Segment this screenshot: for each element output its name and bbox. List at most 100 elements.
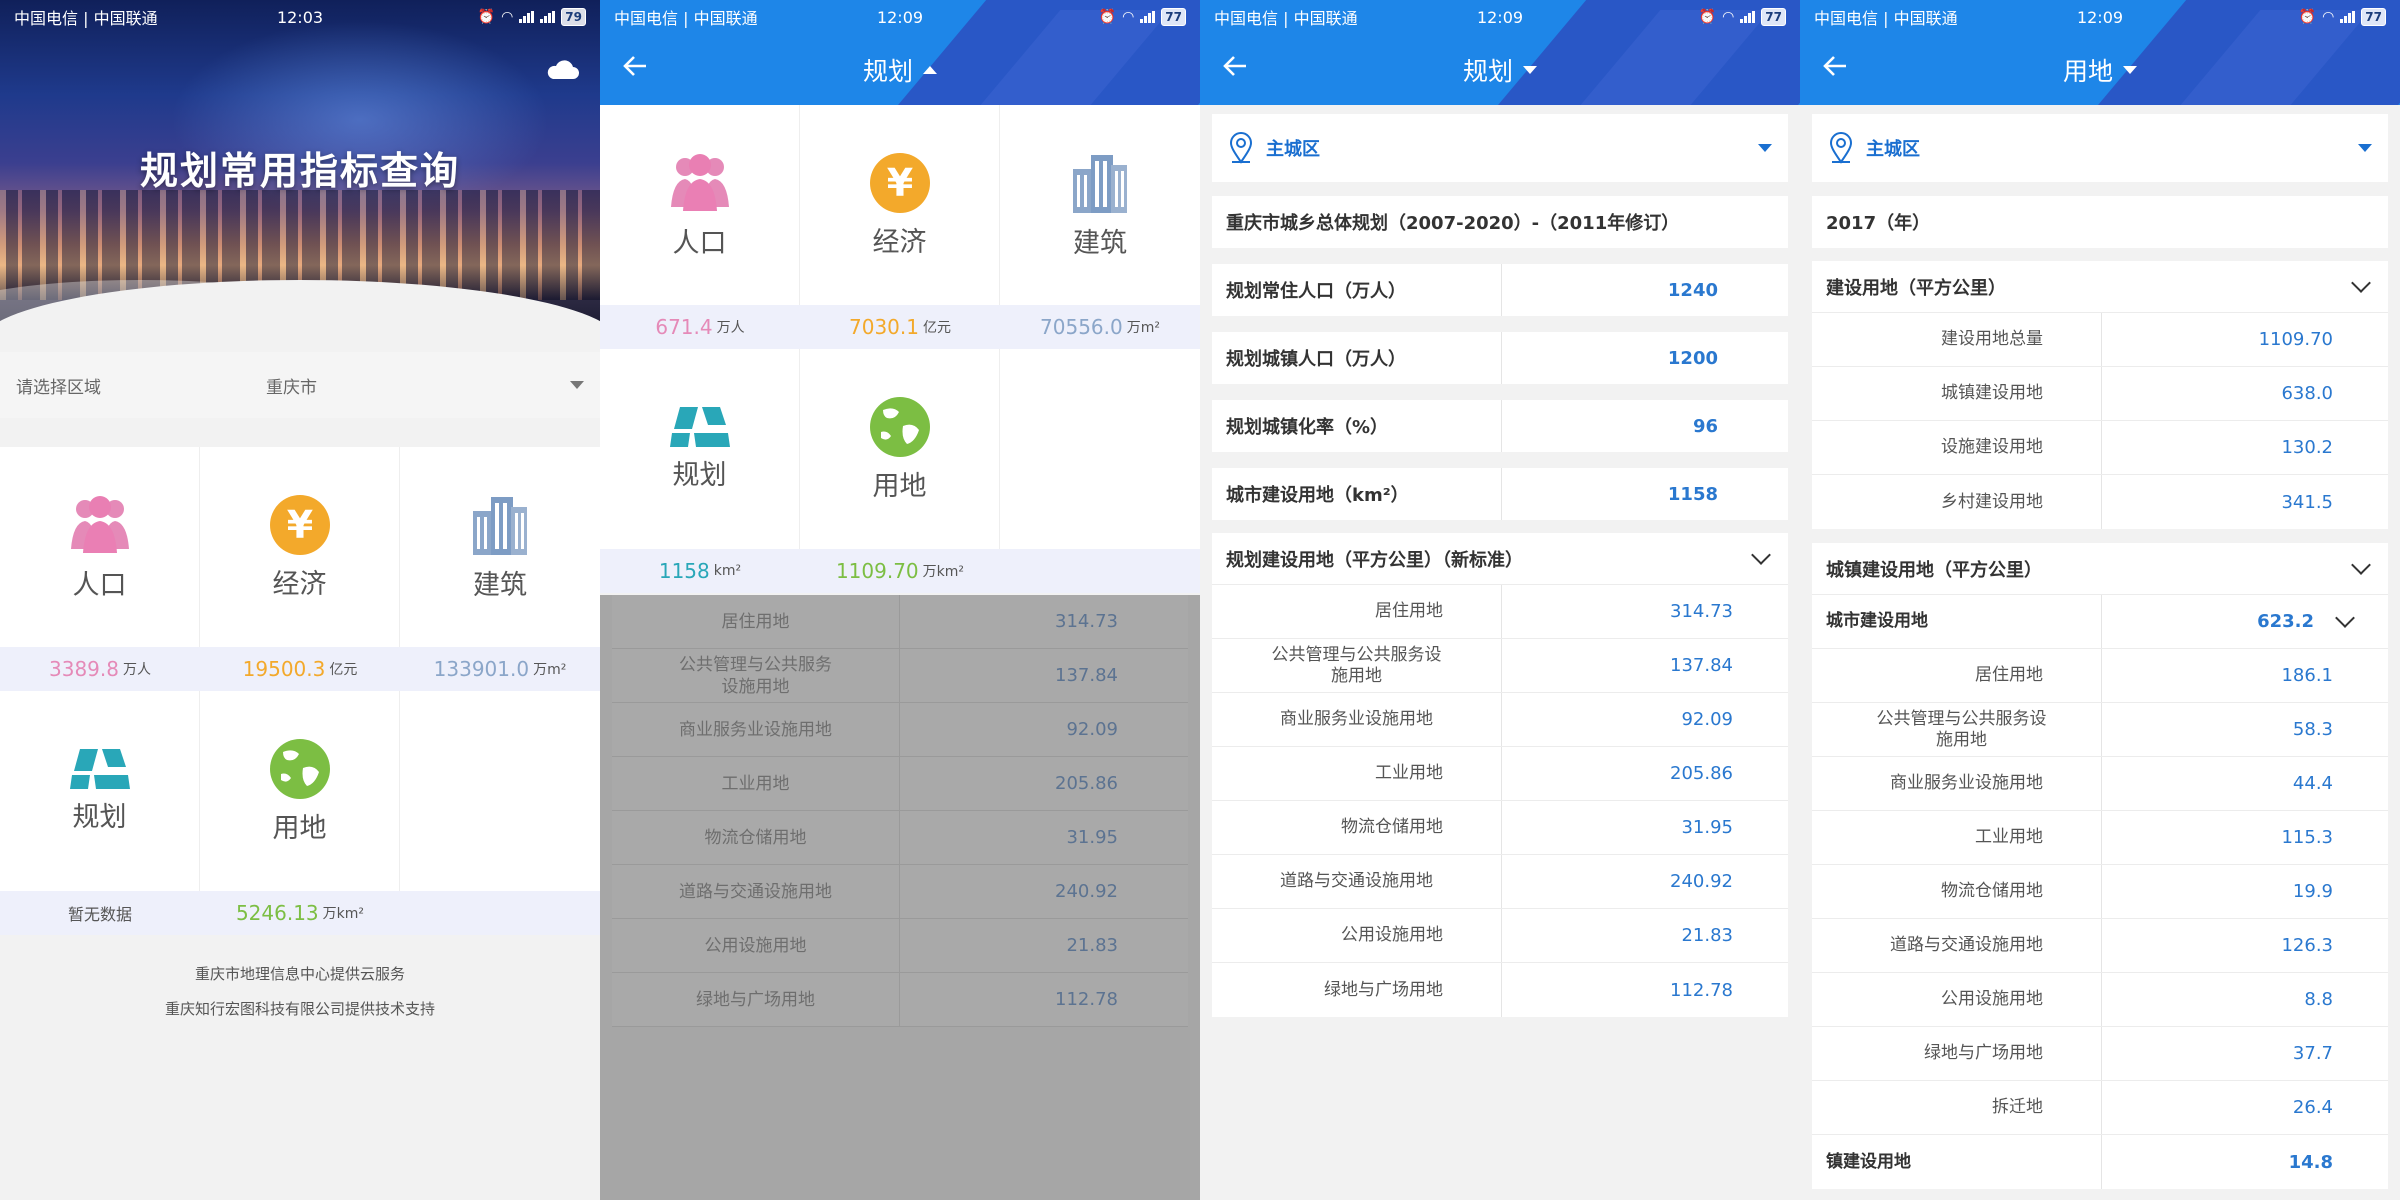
header-title[interactable]: 规划 bbox=[1200, 52, 1800, 88]
building-icon bbox=[473, 496, 527, 555]
kv-row: 规划城镇人口（万人） 1200 bbox=[1212, 332, 1788, 384]
svg-text:¥: ¥ bbox=[286, 503, 312, 547]
globe-icon bbox=[269, 738, 330, 799]
building-icon bbox=[1073, 154, 1127, 213]
section-header[interactable]: 建设用地（平方公里） bbox=[1812, 261, 2388, 313]
tile-label: 人口 bbox=[72, 569, 127, 601]
tile-empty bbox=[1000, 349, 1200, 549]
wifi-icon: ◠ bbox=[2322, 9, 2335, 25]
planning-screen: 规划 中国电信 | 中国联通 12:09 ⏰ ◠ 77 主城区 重庆市城乡总体规划（… bbox=[1200, 0, 1800, 1200]
signal-icon bbox=[1140, 11, 1156, 23]
alarm-icon: ⏰ bbox=[1698, 9, 1717, 25]
economy-value: 19500.3 亿元 bbox=[242, 657, 358, 681]
battery-icon: 77 bbox=[1161, 8, 1186, 26]
page-title: 规划常用指标查询 bbox=[139, 149, 460, 193]
chevron-down-icon bbox=[1758, 144, 1772, 152]
header-title[interactable]: 用地 bbox=[1800, 52, 2400, 88]
menu-screen: 规划 中国电信 | 中国联通 12:09 ⏰ ◠ 77 人口 ¥ 经济 建筑 6… bbox=[600, 0, 1200, 1200]
tile-label: 经济 bbox=[272, 568, 327, 600]
chevron-down-icon bbox=[2123, 66, 2137, 74]
chevron-down-icon bbox=[1751, 544, 1771, 565]
credit-line: 重庆知行宏图科技有限公司提供技术支持 bbox=[164, 1000, 435, 1018]
tile-label: 经济 bbox=[872, 226, 927, 258]
planning-icon bbox=[69, 748, 130, 789]
credits: 重庆市地理信息中心提供云服务 重庆知行宏图科技有限公司提供技术支持 bbox=[0, 957, 600, 1027]
population-value: 671.4 万人 bbox=[655, 315, 745, 339]
tile-population[interactable]: 人口 bbox=[0, 447, 200, 647]
tile-landuse[interactable]: 用地 bbox=[800, 349, 1000, 549]
yen-icon: ¥ bbox=[269, 494, 330, 555]
alarm-icon: ⏰ bbox=[1098, 9, 1117, 25]
district-selector[interactable]: 主城区 bbox=[1812, 114, 2388, 182]
tile-label: 规划 bbox=[72, 801, 127, 833]
tile-planning[interactable]: 规划 bbox=[0, 691, 200, 891]
kv-row: 规划城镇化率（%） 96 bbox=[1212, 400, 1788, 452]
dim-overlay[interactable]: 居住用地 314.73 公共管理与公共服务设施用地 137.84 商业服务业设施用地… bbox=[600, 595, 1200, 1200]
tile-label: 用地 bbox=[272, 812, 327, 844]
urban-land-section: 城镇建设用地（平方公里） 城市建设用地 623.2 居住用地 186.1 公共管理与… bbox=[1812, 543, 2388, 1189]
status-bar: 中国电信 | 中国联通 12:03 ⏰ ◠ 79 bbox=[0, 0, 600, 34]
category-menu: 人口 ¥ 经济 建筑 671.4 万人 7030.1 亿元 70556.0 万m² bbox=[600, 105, 1200, 593]
landuse-screen: 用地 中国电信 | 中国联通 12:09 ⏰ ◠ 77 主城区 2017（年） 建设… bbox=[1800, 0, 2400, 1200]
signal-icon bbox=[540, 11, 556, 23]
tile-building[interactable]: 建筑 bbox=[400, 447, 600, 647]
chevron-down-icon bbox=[2358, 144, 2372, 152]
building-value: 133901.0 万m² bbox=[433, 657, 567, 681]
region-value: 重庆市 bbox=[266, 377, 317, 398]
people-icon bbox=[70, 495, 129, 553]
population-value: 3389.8 万人 bbox=[49, 657, 151, 681]
indicator-grid: 人口 ¥ 经济 建筑 3389.8 万人 19500.3 亿元 133901.0… bbox=[0, 447, 600, 935]
yen-icon: ¥ bbox=[869, 152, 930, 213]
status-bar: 中国电信 | 中国联通 12:09 ⏰ ◠ 77 bbox=[1200, 0, 1800, 34]
building-value: 70556.0 万m² bbox=[1040, 315, 1160, 339]
dimmed-land-table: 居住用地 314.73 公共管理与公共服务设施用地 137.84 商业服务业设施用地… bbox=[612, 595, 1188, 1027]
location-pin-icon bbox=[1829, 132, 1853, 164]
svg-text:¥: ¥ bbox=[886, 161, 912, 205]
cloud-icon[interactable] bbox=[545, 60, 579, 80]
location-pin-icon bbox=[1229, 132, 1253, 164]
tile-landuse[interactable]: 用地 bbox=[200, 691, 400, 891]
tile-population[interactable]: 人口 bbox=[600, 105, 800, 305]
tile-label: 建筑 bbox=[473, 569, 527, 601]
signal-icon bbox=[519, 11, 535, 23]
people-icon bbox=[670, 153, 729, 211]
region-selector[interactable]: 请选择区域 重庆市 bbox=[0, 352, 600, 418]
district-value: 主城区 bbox=[1866, 139, 1920, 160]
alarm-icon: ⏰ bbox=[477, 9, 496, 25]
status-bar: 中国电信 | 中国联通 12:09 ⏰ ◠ 77 bbox=[600, 0, 1200, 34]
district-value: 主城区 bbox=[1266, 139, 1320, 160]
planning-value: 暂无数据 bbox=[67, 905, 132, 924]
landuse-value: 5246.13 万km² bbox=[235, 901, 365, 925]
tile-economy[interactable]: ¥ 经济 bbox=[200, 447, 400, 647]
tile-planning[interactable]: 规划 bbox=[600, 349, 800, 549]
tile-economy[interactable]: ¥ 经济 bbox=[800, 105, 1000, 305]
tile-building[interactable]: 建筑 bbox=[1000, 105, 1200, 305]
chevron-down-icon bbox=[2351, 272, 2371, 293]
section-header[interactable]: 城镇建设用地（平方公里） bbox=[1812, 543, 2388, 595]
signal-icon bbox=[2340, 11, 2356, 23]
region-label: 请选择区域 bbox=[16, 377, 101, 398]
chevron-up-icon bbox=[923, 66, 937, 74]
economy-value: 7030.1 亿元 bbox=[849, 315, 951, 339]
landuse-value: 1109.70 万km² bbox=[835, 559, 965, 583]
city-land-row[interactable]: 城市建设用地 623.2 bbox=[1812, 595, 2388, 649]
chevron-down-icon bbox=[1523, 66, 1537, 74]
construction-land-section: 建设用地（平方公里） 建设用地总量 1109.70 城镇建设用地 638.0 设施建… bbox=[1812, 261, 2388, 529]
wifi-icon: ◠ bbox=[1122, 9, 1135, 25]
carrier-text: 中国电信 | 中国联通 bbox=[14, 9, 158, 28]
planning-value: 1158 km² bbox=[658, 559, 742, 583]
kv-row: 城市建设用地（km²） 1158 bbox=[1212, 468, 1788, 520]
battery-icon: 79 bbox=[561, 8, 586, 26]
tile-label: 建筑 bbox=[1073, 227, 1127, 259]
plan-document: 重庆市城乡总体规划（2007-2020）-（2011年修订） bbox=[1212, 196, 1788, 248]
wifi-icon: ◠ bbox=[501, 9, 514, 25]
status-bar: 中国电信 | 中国联通 12:09 ⏰ ◠ 77 bbox=[1800, 0, 2400, 34]
section-header[interactable]: 规划建设用地（平方公里）（新标准） bbox=[1212, 533, 1788, 585]
chevron-down-icon bbox=[570, 381, 584, 389]
header-title[interactable]: 规划 bbox=[600, 52, 1200, 88]
district-selector[interactable]: 主城区 bbox=[1212, 114, 1788, 182]
signal-icon bbox=[1740, 11, 1756, 23]
plan-document-title: 重庆市城乡总体规划（2007-2020）-（2011年修订） bbox=[1226, 213, 1680, 234]
chevron-down-icon bbox=[2351, 554, 2371, 575]
globe-icon bbox=[869, 396, 930, 457]
